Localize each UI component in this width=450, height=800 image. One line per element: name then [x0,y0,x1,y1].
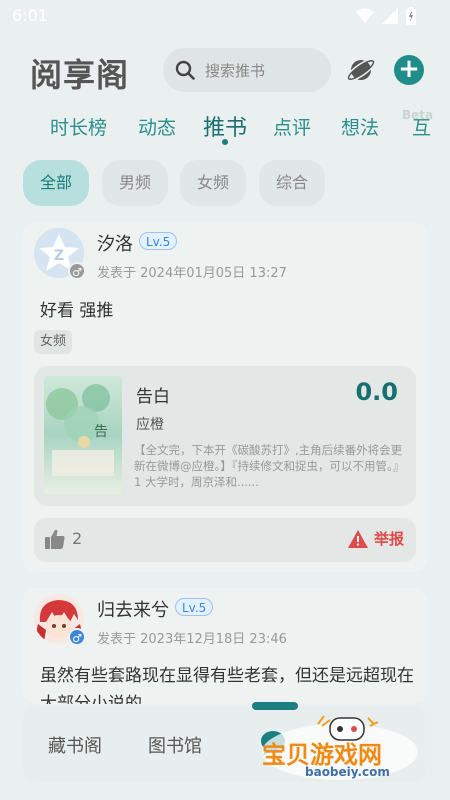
active-tab-indicator [222,139,228,145]
app-title: 阅享阁 [30,56,130,94]
warning-icon [347,529,368,548]
tab-book-recommend[interactable]: 推书 [203,110,247,142]
status-time: 6:01 [12,6,48,25]
wifi-icon [356,8,374,23]
beta-label: Beta [402,108,434,122]
post-card[interactable]: ♂ 归去来兮 Lv.5 发表于 2023年12月18日 23:46 虽然有些套路… [22,588,428,704]
book-author: 应橙 [136,417,164,433]
nav-library[interactable]: 图书馆 [148,732,202,758]
filter-general[interactable]: 综合 [259,160,325,206]
watermark-url: baobeiy.com [305,765,390,779]
book-card[interactable]: 告 告白 应橙 0.0 【全文完，下本开《碳酸苏打》,主角后续番外将会更新在微博… [34,366,416,506]
filter-chips: 全部 男频 女频 综合 [0,160,450,206]
header: 阅享阁 搜索推书 + [0,40,450,100]
tab-duration-rank[interactable]: 时长榜 [50,113,107,140]
add-button[interactable]: + [394,55,424,85]
like-count: 2 [72,529,83,548]
signal-icon [382,8,398,24]
username[interactable]: 归去来兮 [97,596,169,622]
filter-female[interactable]: 女频 [180,160,246,206]
book-score: 0.0 [355,378,398,406]
gender-badge: ♂ [68,262,86,280]
post-time: 发表于 2023年12月18日 23:46 [97,632,287,647]
book-cover: 告 [44,376,122,494]
filter-male[interactable]: 男频 [102,160,168,206]
report-button[interactable]: 举报 [347,528,404,549]
post-content: 好看 强推 [40,301,114,321]
search-input[interactable]: 搜索推书 [163,48,331,92]
nav-bookshelf[interactable]: 藏书阁 [48,732,102,758]
svg-text:告: 告 [94,424,108,440]
planet-icon[interactable] [345,54,377,86]
post-time: 发表于 2024年01月05日 13:27 [97,266,287,281]
tab-review[interactable]: 点评 [273,113,311,140]
category-tag: 女频 [34,330,73,354]
book-title: 告白 [136,387,170,407]
search-placeholder: 搜索推书 [205,61,266,80]
username[interactable]: 汐洛 [97,230,133,256]
search-icon [175,60,195,80]
post-card[interactable]: Z ♂ 汐洛 Lv.5 发表于 2024年01月05日 13:27 好看 强推 … [22,222,428,572]
gender-badge: ♂ [68,628,86,646]
tab-thoughts[interactable]: 想法 [341,113,379,140]
tab-feed[interactable]: 动态 [138,113,176,140]
bottom-nav-indicator [252,702,298,710]
post-actions: 2 举报 [34,518,416,562]
battery-icon [406,7,416,25]
level-badge: Lv.5 [175,598,214,616]
status-icons [356,7,416,25]
filter-all[interactable]: 全部 [23,160,89,206]
report-label: 举报 [373,530,404,548]
level-badge: Lv.5 [139,232,178,250]
status-bar: 6:01 [0,0,450,32]
thumbs-up-icon[interactable] [44,528,66,550]
book-description: 【全文完，下本开《碳酸苏打》,主角后续番外将会更新在微博@应橙。】『持续修文和捉… [134,443,405,489]
post-content: 虽然有些套路现在显得有些老套，但还是远超现在大部分小说的 [40,666,414,704]
svg-text:Z: Z [54,248,64,264]
